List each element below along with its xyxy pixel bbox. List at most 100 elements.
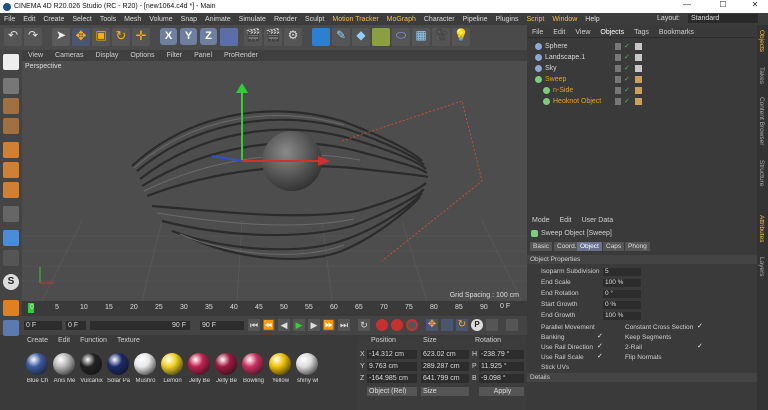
workplane-lock-icon[interactable] (3, 300, 19, 316)
scale-tool-icon[interactable]: ▣ (92, 28, 110, 46)
object-tag-icon[interactable] (635, 87, 642, 94)
menu-mograph[interactable]: MoGraph (383, 16, 420, 23)
points-mode-icon[interactable] (3, 142, 19, 158)
enable-check-icon[interactable]: ✓ (624, 63, 630, 74)
viewport-menu-options[interactable]: Options (124, 52, 160, 59)
menu-render[interactable]: Render (270, 16, 301, 23)
previous-frame-icon[interactable]: ◀ (278, 319, 290, 331)
close-button[interactable]: ✕ (744, 0, 766, 9)
material-swatch[interactable] (53, 353, 75, 375)
size-mode-dropdown[interactable]: Size (421, 387, 469, 396)
material-swatch[interactable] (188, 353, 210, 375)
side-tab-structure[interactable]: Structure (758, 160, 765, 186)
object-row[interactable]: Heoknot Object ✓ (527, 96, 757, 107)
timeline-ruler[interactable]: 0 5 10 15 20 25 30 35 40 45 50 55 60 65 70 75 80 85 90 0 F (22, 301, 527, 316)
keyframe-selection-icon[interactable] (406, 319, 418, 331)
menu-mesh[interactable]: Mesh (120, 16, 145, 23)
3d-viewport[interactable]: Perspective Grid Spacing : 100 cm (22, 61, 527, 301)
visibility-toggle[interactable] (615, 43, 621, 50)
tweak-mode-icon[interactable] (3, 230, 19, 246)
details-section[interactable]: Details (527, 373, 757, 382)
checkbox[interactable] (597, 363, 605, 371)
viewport-menu-filter[interactable]: Filter (161, 52, 189, 59)
visibility-toggle[interactable] (615, 54, 621, 61)
object-row[interactable]: Landscape.1 ✓ (527, 52, 757, 63)
menu-animate[interactable]: Animate (201, 16, 235, 23)
attribute-value-field[interactable]: 5 (603, 268, 641, 276)
end-frame-field[interactable]: 90 F (90, 321, 190, 330)
key-pla-icon[interactable] (486, 319, 498, 331)
object-menu-edit[interactable]: Edit (548, 29, 570, 36)
menu-volume[interactable]: Volume (145, 16, 176, 23)
visibility-toggle[interactable] (615, 87, 621, 94)
checkbox[interactable]: ✓ (597, 353, 605, 361)
position-x-field[interactable]: -14.312 cm (367, 350, 417, 359)
material-menu-function[interactable]: Function (75, 337, 112, 347)
apply-button[interactable]: Apply (479, 387, 524, 396)
material-swatch[interactable] (26, 353, 48, 375)
subdivision-surface-icon[interactable]: ◆ (352, 28, 370, 46)
tab-object[interactable]: Object (577, 242, 602, 251)
material-swatch[interactable] (215, 353, 237, 375)
object-tag-icon[interactable] (635, 54, 642, 61)
x-axis-lock-button[interactable]: X (160, 28, 177, 45)
menu-select[interactable]: Select (68, 16, 95, 23)
light-icon[interactable]: 💡 (452, 28, 470, 46)
undo-icon[interactable]: ↶ (4, 28, 22, 46)
visibility-toggle[interactable] (615, 65, 621, 72)
timeline-menu-icon[interactable] (506, 319, 518, 331)
object-row[interactable]: n-Side ✓ (527, 85, 757, 96)
viewport-menu-cameras[interactable]: Cameras (49, 52, 89, 59)
object-tag-icon[interactable] (635, 76, 642, 83)
material-swatch[interactable] (134, 353, 156, 375)
cube-object-icon[interactable] (312, 28, 330, 46)
checkbox[interactable]: ✓ (597, 343, 605, 351)
rotation-h-field[interactable]: -238.79 ° (479, 350, 524, 359)
minimize-button[interactable]: — (676, 0, 698, 9)
material-swatch[interactable] (161, 353, 183, 375)
enable-axis-icon[interactable] (3, 206, 19, 222)
object-menu-file[interactable]: File (527, 29, 548, 36)
tab-phong[interactable]: Phong (625, 242, 650, 251)
object-tag-icon[interactable] (635, 98, 642, 105)
menu-file[interactable]: File (0, 16, 19, 23)
render-settings-icon[interactable]: ⚙ (284, 28, 302, 46)
side-tab-layers[interactable]: Layers (758, 257, 765, 277)
viewport-menu-prorender[interactable]: ProRender (218, 52, 264, 59)
object-tag-icon[interactable] (635, 43, 642, 50)
object-menu-tags[interactable]: Tags (629, 29, 654, 36)
attribute-value-field[interactable]: 100 % (603, 279, 641, 287)
attribute-value-field[interactable]: 0 % (603, 301, 641, 309)
rotation-b-field[interactable]: -9.098 ° (479, 374, 524, 383)
attribute-menu-mode[interactable]: Mode (527, 217, 555, 224)
menu-motion-tracker[interactable]: Motion Tracker (328, 16, 382, 23)
attribute-menu-user-data[interactable]: User Data (577, 217, 619, 224)
pen-spline-icon[interactable]: ✎ (332, 28, 350, 46)
go-to-end-icon[interactable]: ⏭ (338, 319, 350, 331)
menu-edit[interactable]: Edit (19, 16, 39, 23)
material-swatch[interactable] (269, 353, 291, 375)
attribute-value-field[interactable]: 0 ° (603, 290, 641, 298)
side-tab-objects[interactable]: Objects (758, 30, 765, 52)
checkbox[interactable]: ✓ (697, 343, 705, 351)
menu-character[interactable]: Character (420, 16, 459, 23)
y-axis-lock-button[interactable]: Y (180, 28, 197, 45)
checkbox[interactable] (597, 323, 605, 331)
object-row[interactable]: Sky ✓ (527, 63, 757, 74)
position-y-field[interactable]: 9.763 cm (367, 362, 417, 371)
side-tab-attributes[interactable]: Attributes (758, 215, 765, 242)
deformer-icon[interactable]: ⬭ (392, 28, 410, 46)
render-picture-viewer-icon[interactable]: 🎬 (264, 28, 282, 46)
viewport-menu-display[interactable]: Display (89, 52, 124, 59)
material-swatch[interactable] (107, 353, 129, 375)
previous-key-icon[interactable]: ⏪ (263, 319, 275, 331)
menu-tools[interactable]: Tools (96, 16, 120, 23)
texture-mode-icon[interactable] (3, 98, 19, 114)
enable-check-icon[interactable]: ✓ (624, 41, 630, 52)
attribute-value-field[interactable]: 100 % (603, 312, 641, 320)
viewport-menu-view[interactable]: View (22, 52, 49, 59)
object-menu-objects[interactable]: Objects (595, 29, 629, 36)
edges-mode-icon[interactable] (3, 162, 19, 178)
start-frame-field[interactable]: 0 F (24, 321, 62, 330)
coordinate-system-icon[interactable] (220, 28, 238, 46)
